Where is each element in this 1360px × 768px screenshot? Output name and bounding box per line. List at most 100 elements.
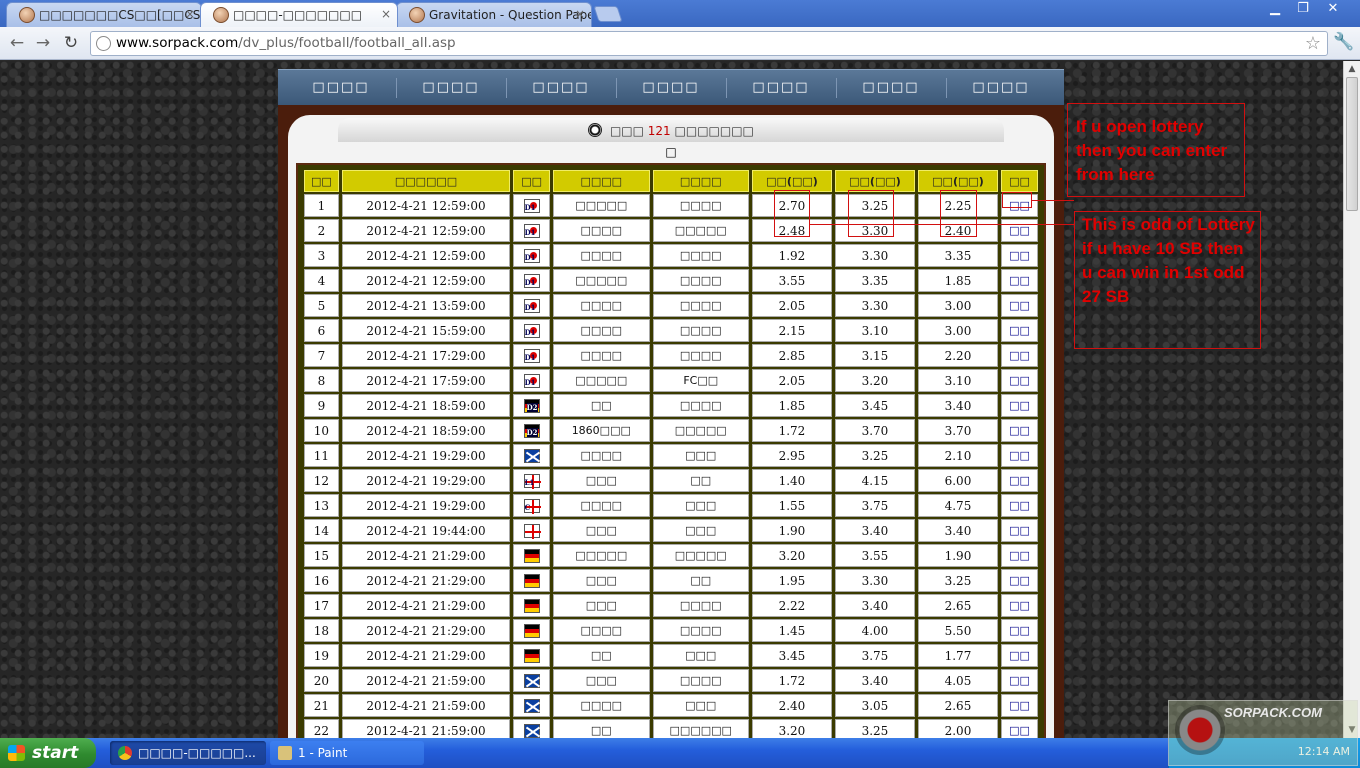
reload-button[interactable]: ↻ bbox=[60, 32, 82, 54]
browser-tab-3[interactable]: Gravitation - Question Paper 0 × bbox=[396, 2, 592, 27]
back-button[interactable]: ← bbox=[6, 32, 28, 54]
cell-away-team: □□ bbox=[652, 569, 749, 592]
taskbar-button-paint[interactable]: 1 - Paint bbox=[270, 741, 424, 765]
cell-time: 2012-4-21 21:29:00 bbox=[341, 619, 511, 642]
col-header-away-team: □□□□ bbox=[652, 170, 749, 192]
taskbar-button-browser[interactable]: □□□□-□□□□□... bbox=[110, 741, 266, 765]
cell-home-team: □□□□ bbox=[553, 244, 650, 267]
scroll-thumb[interactable] bbox=[1346, 77, 1358, 211]
cell-home-team: □□□□ bbox=[553, 494, 650, 517]
menu-item-3[interactable]: □□□□ bbox=[506, 70, 616, 106]
browser-tab-1[interactable]: □□□□□□□CS□□[□□CSDN × bbox=[6, 2, 202, 27]
cell-league: D2 bbox=[513, 394, 551, 417]
cell-odds-away: 4.75 bbox=[917, 494, 998, 517]
table-row: 8 2012-4-21 17:59:00 D1 □□□□□ FC□□ 2.05 3.20 3.… bbox=[304, 369, 1038, 392]
cell-away-team: □□□□ bbox=[652, 394, 749, 417]
bet-link[interactable]: □□ bbox=[1000, 519, 1038, 542]
windows-logo-icon bbox=[8, 745, 25, 761]
menu-item-5[interactable]: □□□□ bbox=[726, 70, 836, 106]
cell-odds-home: 2.85 bbox=[751, 344, 832, 367]
tab-title: Gravitation - Question Paper 0 bbox=[429, 8, 591, 22]
bet-link[interactable]: □□ bbox=[1000, 319, 1038, 342]
cell-home-team: □□□□ bbox=[553, 444, 650, 467]
cell-home-team: □□□□ bbox=[553, 294, 650, 317]
cell-odds-draw: 3.30 bbox=[834, 569, 915, 592]
bet-link[interactable]: □□ bbox=[1000, 269, 1038, 292]
de-flag-icon bbox=[523, 548, 540, 563]
cell-time: 2012-4-21 17:29:00 bbox=[341, 344, 511, 367]
start-button[interactable]: start bbox=[0, 738, 96, 768]
menu-item-7[interactable]: □□□□ bbox=[946, 70, 1056, 106]
cell-odds-away: 4.05 bbox=[917, 669, 998, 692]
cell-number: 3 bbox=[304, 244, 339, 267]
url-path: /dv_plus/football/football_all.asp bbox=[238, 35, 456, 51]
bet-link[interactable]: □□ bbox=[1000, 419, 1038, 442]
cell-odds-home: 2.40 bbox=[751, 694, 832, 717]
cell-odds-away: 5.50 bbox=[917, 619, 998, 642]
cell-away-team: □□□□ bbox=[652, 244, 749, 267]
bet-link[interactable]: □□ bbox=[1000, 344, 1038, 367]
forward-button[interactable]: → bbox=[32, 32, 54, 54]
bet-link[interactable]: □□ bbox=[1000, 244, 1038, 267]
menu-item-4[interactable]: □□□□ bbox=[616, 70, 726, 106]
cell-odds-home: 1.40 bbox=[751, 469, 832, 492]
restore-button[interactable]: ❐ bbox=[1288, 0, 1318, 18]
cell-league: D1 bbox=[513, 294, 551, 317]
cell-odds-home: 2.05 bbox=[751, 294, 832, 317]
bet-link[interactable]: □□ bbox=[1000, 619, 1038, 642]
bet-link[interactable]: □□ bbox=[1000, 544, 1038, 567]
cell-away-team: □□□ bbox=[652, 444, 749, 467]
wrench-menu-icon[interactable]: 🔧 bbox=[1333, 32, 1354, 52]
bookmark-star-icon[interactable]: ☆ bbox=[1305, 33, 1321, 54]
bet-link[interactable]: □□ bbox=[1000, 494, 1038, 517]
bet-link[interactable]: □□ bbox=[1000, 694, 1038, 717]
table-row: 12 2012-4-21 19:29:00 L1 □□□ □□ 1.40 4.15 6.00 □… bbox=[304, 469, 1038, 492]
table-body: 1 2012-4-21 12:59:00 D1 □□□□□ □□□□ 2.70 3.25 2.… bbox=[304, 194, 1038, 738]
bet-link[interactable]: □□ bbox=[1000, 719, 1038, 738]
minimize-button[interactable]: ▁ bbox=[1260, 0, 1290, 18]
col-header-time: □□□□□□ bbox=[341, 170, 511, 192]
bet-link[interactable]: □□ bbox=[1000, 219, 1038, 242]
close-tab-icon[interactable]: × bbox=[185, 7, 195, 21]
col-header-odds-away: □□(□□) bbox=[917, 170, 998, 192]
menu-item-6[interactable]: □□□□ bbox=[836, 70, 946, 106]
cell-odds-home: 1.72 bbox=[751, 419, 832, 442]
cell-number: 8 bbox=[304, 369, 339, 392]
close-tab-icon[interactable]: × bbox=[575, 7, 585, 21]
close-tab-icon[interactable]: × bbox=[381, 7, 391, 21]
match-table-container: □□ □□□□□□ □□ □□□□ □□□□ □□(□□) □□(□□) □□(… bbox=[296, 163, 1046, 738]
col-header-home-team: □□□□ bbox=[553, 170, 650, 192]
page-scrollbar[interactable]: ▲ ▼ bbox=[1343, 61, 1360, 738]
bet-link[interactable]: □□ bbox=[1000, 369, 1038, 392]
close-window-button[interactable]: ✕ bbox=[1318, 0, 1348, 18]
menu-item-1[interactable]: □□□□ bbox=[286, 70, 396, 106]
bet-link[interactable]: □□ bbox=[1000, 594, 1038, 617]
avatar-favicon-icon bbox=[409, 7, 425, 23]
cell-odds-away: 1.77 bbox=[917, 644, 998, 667]
table-row: 21 2012-4-21 21:59:00 □□□□ □□□ 2.40 3.05 2.65 □… bbox=[304, 694, 1038, 717]
cell-odds-draw: 3.30 bbox=[834, 294, 915, 317]
avatar-favicon-icon bbox=[19, 7, 35, 23]
cell-number: 20 bbox=[304, 669, 339, 692]
browser-tab-bar: □□□□□□□CS□□[□□CSDN × □□□□-□□□□□□□ × Grav… bbox=[0, 0, 1360, 27]
address-bar[interactable]: www.sorpack.com/dv_plus/football/footbal… bbox=[90, 31, 1328, 56]
scroll-up-icon[interactable]: ▲ bbox=[1344, 61, 1360, 77]
cell-number: 13 bbox=[304, 494, 339, 517]
bet-link[interactable]: □□ bbox=[1000, 294, 1038, 317]
bet-link[interactable]: □□ bbox=[1000, 669, 1038, 692]
cell-odds-draw: 4.00 bbox=[834, 619, 915, 642]
bet-link[interactable]: □□ bbox=[1000, 569, 1038, 592]
bet-link[interactable]: □□ bbox=[1000, 444, 1038, 467]
cell-odds-draw: 3.25 bbox=[834, 444, 915, 467]
cell-home-team: □□□□□ bbox=[553, 544, 650, 567]
tab-title: □□□□-□□□□□□□ bbox=[233, 8, 363, 22]
bet-link[interactable]: □□ bbox=[1000, 394, 1038, 417]
table-row: 9 2012-4-21 18:59:00 D2 □□ □□□□ 1.85 3.45 3.40 □… bbox=[304, 394, 1038, 417]
bet-link[interactable]: □□ bbox=[1000, 644, 1038, 667]
new-tab-button[interactable] bbox=[593, 6, 623, 22]
browser-tab-2[interactable]: □□□□-□□□□□□□ × bbox=[200, 2, 398, 27]
menu-item-2[interactable]: □□□□ bbox=[396, 70, 506, 106]
cell-league bbox=[513, 694, 551, 717]
cell-away-team: □□□ bbox=[652, 644, 749, 667]
bet-link[interactable]: □□ bbox=[1000, 469, 1038, 492]
